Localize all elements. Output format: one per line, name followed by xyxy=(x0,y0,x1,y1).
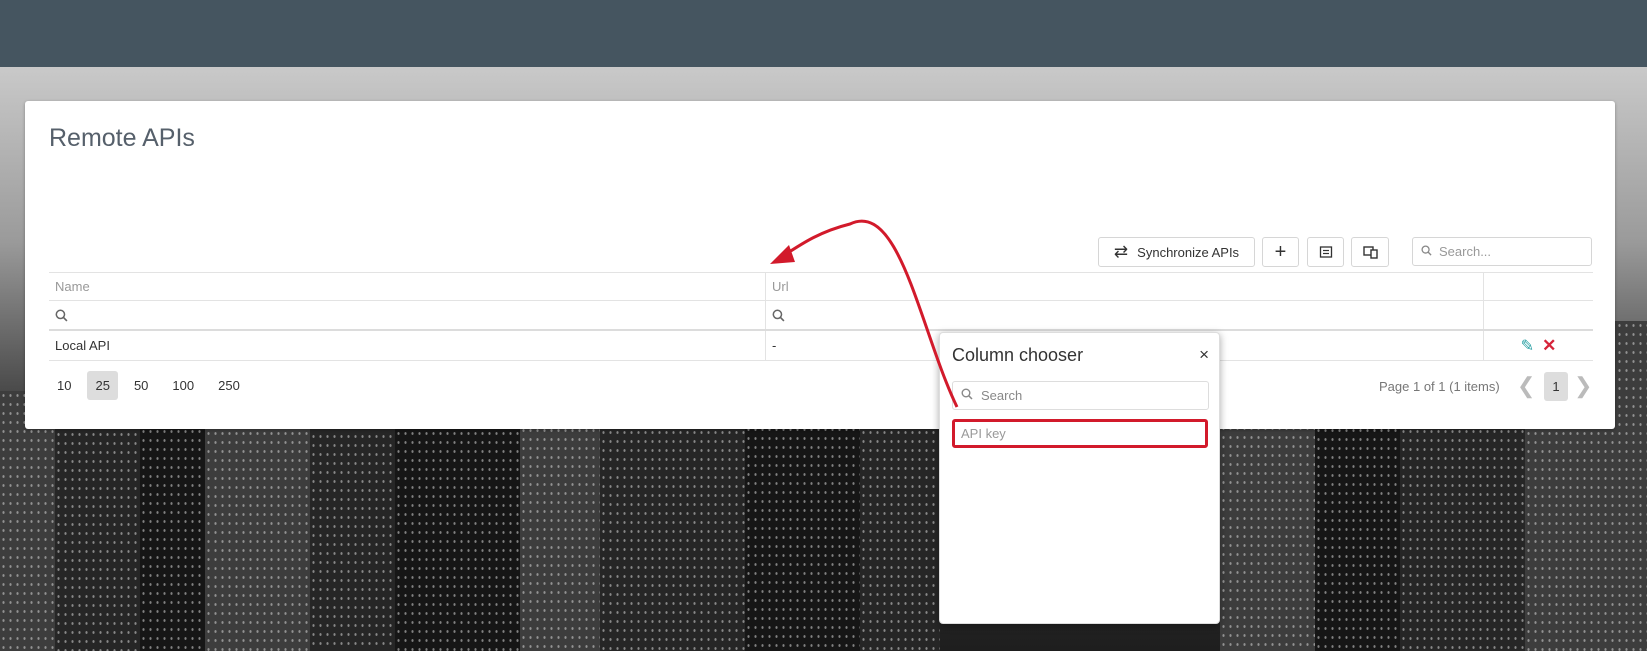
column-header-actions xyxy=(1484,273,1593,300)
synchronize-apis-label: Synchronize APIs xyxy=(1137,244,1240,260)
grid-search-placeholder: Search... xyxy=(1439,244,1492,259)
grid-header-row: Name Url xyxy=(49,272,1593,301)
page-size-50[interactable]: 50 xyxy=(126,371,156,400)
column-chooser-popup: Column chooser × Search API key xyxy=(939,332,1220,624)
export-icon xyxy=(1319,246,1332,258)
column-chooser-icon xyxy=(1362,246,1378,259)
grid-search-input[interactable]: Search... xyxy=(1412,237,1592,266)
row-actions-cell: ✎ ✕ xyxy=(1484,331,1593,360)
sync-arrows-icon: ⇄ xyxy=(1113,242,1129,261)
chevron-right-icon[interactable]: ❯ xyxy=(1574,373,1592,399)
column-chooser-search-placeholder: Search xyxy=(981,388,1023,403)
search-icon xyxy=(1421,244,1432,259)
column-chooser-search-input[interactable]: Search xyxy=(952,381,1209,410)
column-header-url[interactable]: Url xyxy=(766,273,1484,300)
column-chooser-button[interactable] xyxy=(1351,237,1389,267)
close-icon[interactable]: × xyxy=(1199,345,1209,365)
page-size-100[interactable]: 100 xyxy=(164,371,202,400)
page-size-10[interactable]: 10 xyxy=(49,371,79,400)
url-filter-input[interactable] xyxy=(766,301,1484,329)
name-filter-input[interactable] xyxy=(49,301,766,329)
grid-filter-row xyxy=(49,301,1593,331)
column-chooser-item-api-key[interactable]: API key xyxy=(952,419,1208,448)
page-size-25[interactable]: 25 xyxy=(87,371,118,400)
remote-apis-panel: Remote APIs ⇄ Synchronize APIs + Search.… xyxy=(25,101,1615,429)
search-icon xyxy=(55,309,68,321)
search-icon xyxy=(772,309,785,321)
table-row[interactable]: Local API - ✎ ✕ xyxy=(49,331,1593,361)
actions-filter-cell xyxy=(1484,301,1593,329)
delete-x-icon[interactable]: ✕ xyxy=(1542,336,1556,356)
edit-pencil-icon[interactable]: ✎ xyxy=(1521,336,1534,356)
export-button[interactable] xyxy=(1307,237,1344,267)
row-name-cell: Local API xyxy=(49,331,766,360)
page-size-selector: 10 25 50 100 250 xyxy=(49,371,256,400)
add-button[interactable]: + xyxy=(1262,237,1299,267)
page-info: Page 1 of 1 (1 items) xyxy=(1379,379,1500,394)
top-navbar xyxy=(0,0,1647,67)
search-icon xyxy=(961,388,973,403)
remote-apis-grid: Name Url Local API - ✎ ✕ xyxy=(49,272,1593,361)
column-chooser-title: Column chooser xyxy=(952,345,1084,365)
chevron-left-icon[interactable]: ❮ xyxy=(1517,373,1535,399)
page-size-250[interactable]: 250 xyxy=(210,371,248,400)
plus-icon: + xyxy=(1274,240,1287,263)
synchronize-apis-button[interactable]: ⇄ Synchronize APIs xyxy=(1098,237,1255,267)
page-number-button[interactable]: 1 xyxy=(1544,372,1568,401)
page-title: Remote APIs xyxy=(49,124,195,152)
column-header-name[interactable]: Name xyxy=(49,273,766,300)
